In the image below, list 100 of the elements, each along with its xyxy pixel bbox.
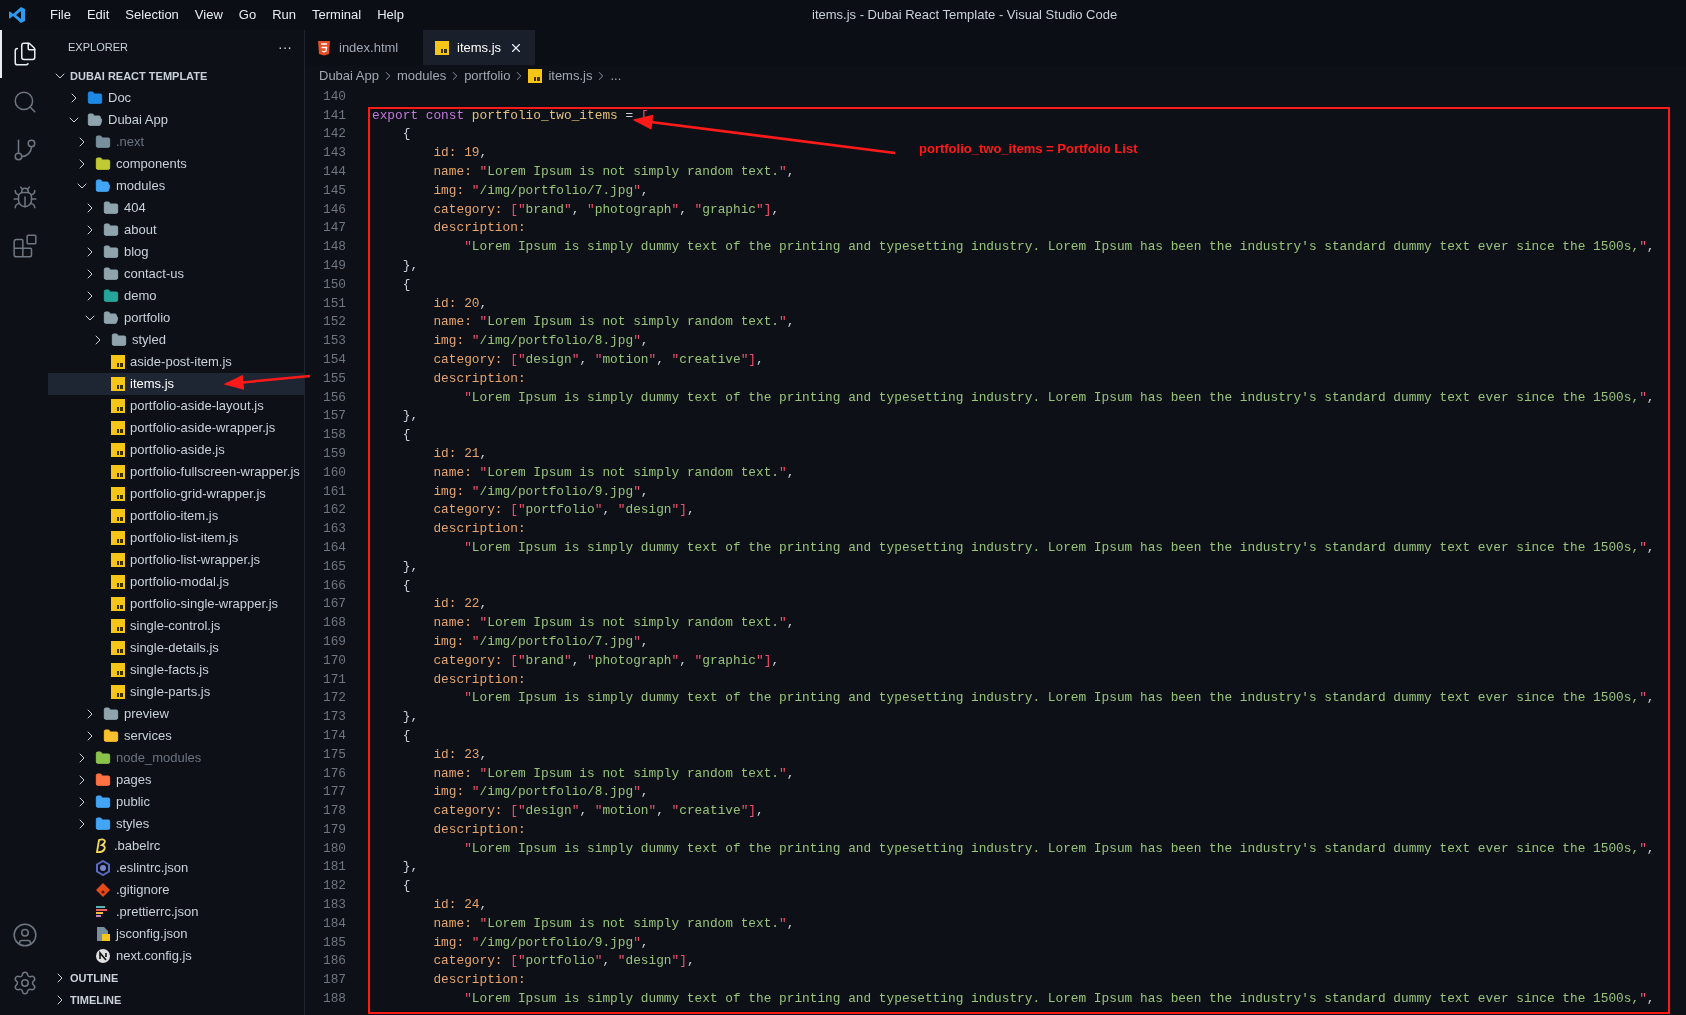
explorer-row[interactable]: single-control.js [48, 615, 304, 637]
explorer-row[interactable]: portfolio-item.js [48, 505, 304, 527]
explorer-row[interactable]: styles [48, 813, 304, 835]
explorer-row[interactable]: .babelrc [48, 835, 304, 857]
js-file-icon [111, 553, 125, 567]
explorer-row[interactable]: Doc [48, 87, 304, 109]
folder-icon [95, 134, 111, 150]
line-number: 181 [321, 858, 346, 877]
app-logo-icon [8, 6, 26, 24]
explorer-row[interactable]: modules [48, 175, 304, 197]
line-number: 158 [321, 426, 346, 445]
explorer-row[interactable]: aside-post-item.js [48, 351, 304, 373]
line-number: 160 [321, 463, 346, 482]
explorer-row[interactable]: portfolio [48, 307, 304, 329]
extensions-icon [12, 233, 38, 259]
code-line: { [401, 275, 411, 294]
line-number: 148 [321, 238, 346, 257]
code-line: category: ["brand", "photograph", "graphic"], [432, 200, 780, 219]
explorer-row[interactable]: public [48, 791, 304, 813]
line-number: 165 [321, 557, 346, 576]
line-number: 159 [321, 444, 346, 463]
explorer-row[interactable]: .gitignore [48, 879, 304, 901]
explorer-row[interactable]: items.js [48, 373, 304, 395]
explorer-icon [12, 41, 38, 67]
code-line: { [401, 726, 411, 745]
code-line: img: "/img/portfolio/7.jpg", [432, 181, 649, 200]
explorer-row[interactable]: next.config.js [48, 945, 304, 967]
hexagon-icon [95, 860, 111, 876]
explorer-row[interactable]: portfolio-aside-layout.js [48, 395, 304, 417]
breadcrumb-item[interactable]: ... [610, 66, 622, 86]
run-debug-icon [12, 185, 38, 211]
line-number: 144 [321, 163, 346, 181]
js-file-icon [111, 641, 125, 655]
project-header[interactable]: DUBAI REACT TEMPLATE [48, 65, 304, 87]
menu-item[interactable]: Selection [117, 5, 187, 25]
more-actions-button[interactable]: ··· [278, 37, 292, 58]
explorer-row[interactable]: components [48, 153, 304, 175]
explorer-row[interactable]: 404 [48, 197, 304, 219]
breadcrumb-item[interactable]: portfolio [464, 66, 511, 86]
panel-section-header[interactable]: TIMELINE [48, 989, 304, 1011]
js-file-icon [111, 531, 125, 545]
explorer-row[interactable]: .next [48, 131, 304, 153]
js-file-icon [435, 40, 449, 55]
breadcrumb-item[interactable]: items.js [528, 66, 593, 86]
explorer-row[interactable]: portfolio-aside.js [48, 439, 304, 461]
explorer-row[interactable]: styled [48, 329, 304, 351]
breadcrumb-item[interactable]: Dubai App [319, 66, 379, 86]
explorer-row[interactable]: portfolio-modal.js [48, 571, 304, 593]
explorer-row[interactable]: .prettierrc.json [48, 901, 304, 923]
js-file-icon [111, 509, 125, 523]
explorer-row[interactable]: blog [48, 241, 304, 263]
source-control-icon [12, 137, 38, 163]
explorer-row[interactable]: node_modules [48, 747, 304, 769]
breadcrumb-item[interactable]: modules [397, 66, 447, 86]
code-line: { [401, 426, 411, 445]
menu-item[interactable]: Terminal [304, 5, 370, 25]
explorer-row[interactable]: portfolio-list-item.js [48, 527, 304, 549]
code-line: img: "/img/portfolio/8.jpg", [432, 783, 649, 802]
explorer-row[interactable]: portfolio-aside-wrapper.js [48, 417, 304, 439]
code-line: description: [432, 820, 526, 839]
code-line: category: ["design", "motion", "creative"], [432, 802, 764, 821]
folder-icon [103, 288, 119, 304]
js-file-icon [111, 377, 125, 391]
js-file-icon [111, 355, 125, 369]
settings-icon [12, 970, 38, 996]
js-file-icon [528, 69, 543, 83]
explorer-row[interactable]: portfolio-fullscreen-wrapper.js [48, 461, 304, 483]
code-line: name: "Lorem Ipsum is not simply random text.", [432, 463, 795, 482]
folder-icon [103, 706, 119, 722]
explorer-row[interactable]: jsconfig.json [48, 923, 304, 945]
explorer-row[interactable]: portfolio-list-wrapper.js [48, 549, 304, 571]
menu-item[interactable]: Run [264, 5, 304, 25]
code-line: }, [401, 557, 419, 576]
explorer-row[interactable]: single-details.js [48, 637, 304, 659]
editor-tab[interactable]: items.js [423, 30, 535, 65]
menu-item[interactable]: View [186, 5, 231, 25]
menu-item[interactable]: Go [230, 5, 265, 25]
explorer-row[interactable]: pages [48, 769, 304, 791]
code-line: img: "/img/portfolio/9.jpg", [432, 933, 649, 952]
line-number: 156 [321, 388, 346, 407]
explorer-row[interactable]: single-facts.js [48, 659, 304, 681]
explorer-row[interactable]: services [48, 725, 304, 747]
explorer-row[interactable]: preview [48, 703, 304, 725]
explorer-row[interactable]: .eslintrc.json [48, 857, 304, 879]
panel-section-header[interactable]: OUTLINE [48, 967, 304, 989]
explorer-row[interactable]: about [48, 219, 304, 241]
explorer-row[interactable]: contact-us [48, 263, 304, 285]
editor-tab[interactable]: index.html [305, 30, 423, 65]
line-number: 176 [321, 764, 346, 783]
line-number: 146 [321, 200, 346, 219]
explorer-row[interactable]: single-parts.js [48, 681, 304, 703]
explorer-row[interactable]: Dubai App [48, 109, 304, 131]
line-number: 157 [321, 407, 346, 426]
explorer-row[interactable]: portfolio-grid-wrapper.js [48, 483, 304, 505]
menu-item[interactable]: Edit [78, 5, 118, 25]
explorer-row[interactable]: demo [48, 285, 304, 307]
code-line: }, [401, 407, 419, 426]
menu-item[interactable]: Help [369, 5, 412, 25]
explorer-row[interactable]: portfolio-single-wrapper.js [48, 593, 304, 615]
menu-item[interactable]: File [42, 5, 79, 25]
